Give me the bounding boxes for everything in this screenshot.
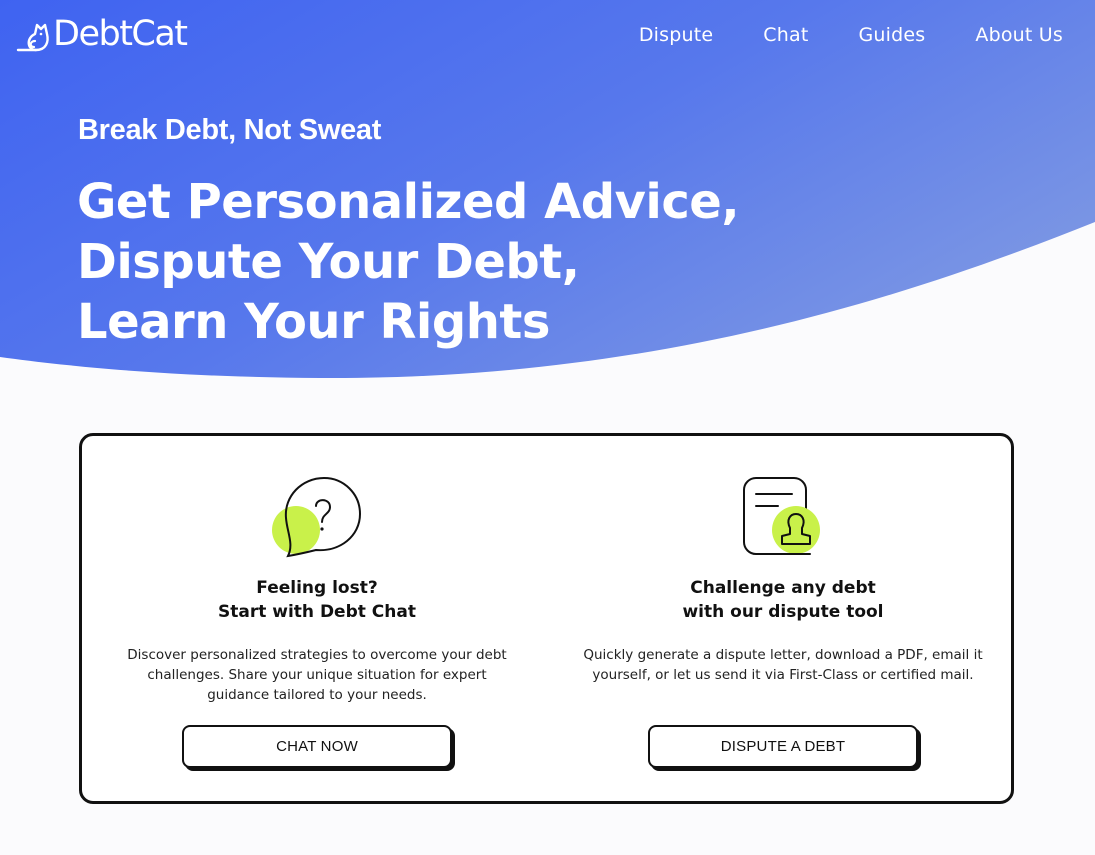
feature-title-line-2: with our dispute tool xyxy=(682,602,884,622)
main-nav: Dispute Chat Guides About Us xyxy=(639,24,1063,46)
feature-title-line-1: Challenge any debt xyxy=(690,578,876,598)
feature-title: Challenge any debt with our dispute tool xyxy=(583,576,983,624)
document-stamp-icon xyxy=(743,477,820,555)
nav-about-us[interactable]: About Us xyxy=(975,24,1063,46)
hero-headline: Get Personalized Advice, Dispute Your De… xyxy=(77,172,740,352)
dispute-a-debt-button[interactable]: DISPUTE A DEBT xyxy=(648,725,918,768)
feature-description: Quickly generate a dispute letter, downl… xyxy=(583,647,983,683)
question-bubble-icon xyxy=(272,476,362,558)
headline-line-1: Get Personalized Advice, xyxy=(77,174,740,230)
headline-line-2: Dispute Your Debt, xyxy=(77,234,580,290)
cat-logo-icon xyxy=(16,23,49,52)
nav-guides[interactable]: Guides xyxy=(858,24,925,46)
feature-title-line-2: Start with Debt Chat xyxy=(218,602,416,622)
nav-dispute[interactable]: Dispute xyxy=(639,24,713,46)
feature-title: Feeling lost? Start with Debt Chat xyxy=(117,576,517,624)
chat-now-button[interactable]: CHAT NOW xyxy=(182,725,452,768)
hero-section: DebtCat Dispute Chat Guides About Us Bre… xyxy=(0,0,1095,380)
brand-name: DebtCat xyxy=(53,14,188,54)
features-card: Feeling lost? Start with Debt Chat Disco… xyxy=(79,433,1014,804)
headline-line-3: Learn Your Rights xyxy=(77,294,550,350)
nav-chat[interactable]: Chat xyxy=(763,24,808,46)
feature-description: Discover personalized strategies to over… xyxy=(127,647,507,703)
brand-logo[interactable]: DebtCat xyxy=(16,14,188,54)
feature-title-line-1: Feeling lost? xyxy=(256,578,378,598)
hero-tagline: Break Debt, Not Sweat xyxy=(78,114,382,146)
